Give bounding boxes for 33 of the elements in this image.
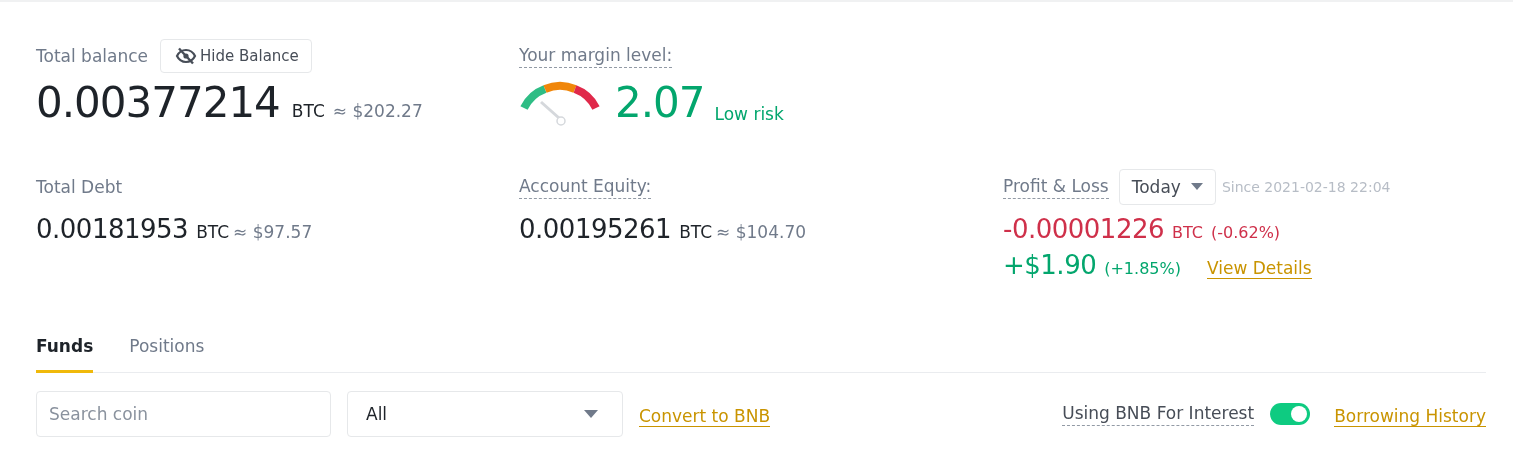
currency-unit: BTC <box>1172 223 1203 242</box>
caret-icon <box>584 409 598 419</box>
margin-level-label: Your margin level: <box>519 44 673 68</box>
tab[interactable]: Positions <box>129 326 205 373</box>
eye-slash-icon <box>175 47 198 65</box>
total-balance-label: Total balance <box>36 46 149 66</box>
filter-dropdown[interactable]: All <box>347 391 623 437</box>
caret-icon <box>1190 183 1203 191</box>
hide-balance-button[interactable]: Hide Balance <box>160 39 312 73</box>
account-equity-label: Account Equity: <box>519 175 652 199</box>
since-date: Since 2021-02-18 22:04 <box>1221 179 1391 195</box>
account-equity-amount: 0.00195261 <box>519 214 672 244</box>
risk-label: Low risk <box>714 104 784 126</box>
margin-level-value: 2.07 <box>615 78 705 128</box>
tab[interactable]: Funds <box>36 326 94 373</box>
pnl-btc-amount: -0.00001226 <box>1003 214 1165 244</box>
usd-value: ≈ $97.57 <box>233 222 313 242</box>
currency-unit: BTC <box>291 101 325 121</box>
total-debt-amount: 0.00181953 <box>36 214 189 244</box>
usd-value: ≈ $202.27 <box>332 101 423 121</box>
search-field[interactable]: Search coin <box>36 391 331 437</box>
pnl-usd-amount: +$1.90 <box>1003 250 1097 280</box>
toggle-switch[interactable] <box>1270 403 1311 425</box>
currency-unit: BTC <box>196 222 230 242</box>
total-balance-amount: 0.00377214 <box>36 78 280 128</box>
total-debt-label: Total Debt <box>36 177 123 197</box>
period-dropdown[interactable]: Today <box>1118 169 1216 205</box>
pnl-usd-percent: (+1.85%) <box>1104 259 1181 278</box>
pnl-btc-percent: (-0.62%) <box>1211 223 1281 242</box>
profit-loss-label: Profit & Loss <box>1003 175 1109 199</box>
bnb-interest-label: Using BNB For Interest <box>1062 402 1255 426</box>
currency-unit: BTC <box>679 222 713 242</box>
usd-value: ≈ $104.70 <box>716 222 807 242</box>
